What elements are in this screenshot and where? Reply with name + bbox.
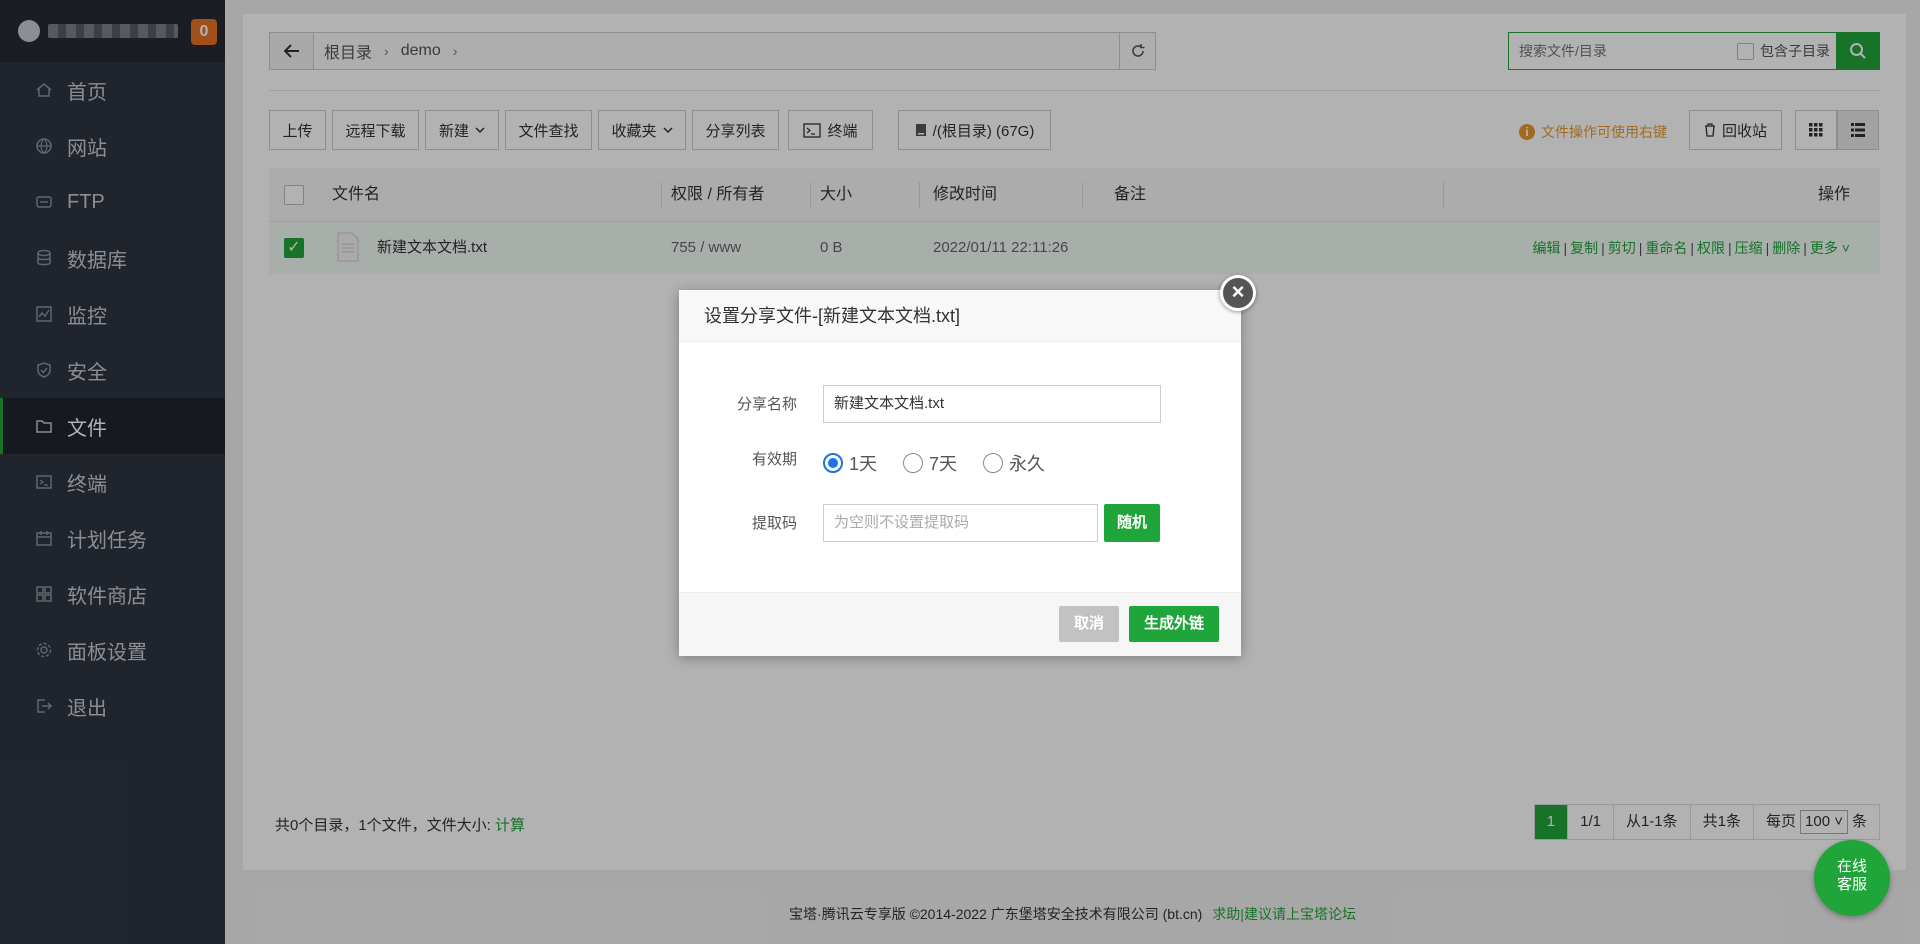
- radio-selected[interactable]: [823, 453, 843, 473]
- close-icon[interactable]: ×: [1220, 275, 1256, 311]
- radio[interactable]: [983, 453, 1003, 473]
- online-support-button[interactable]: 在线 客服: [1814, 840, 1890, 916]
- extract-code-label: 提取码: [751, 515, 797, 532]
- radio[interactable]: [903, 453, 923, 473]
- validity-option-7day[interactable]: 7天: [903, 450, 957, 476]
- dialog-title: 设置分享文件-[新建文本文档.txt]: [679, 290, 1241, 342]
- generate-link-button[interactable]: 生成外链: [1129, 606, 1219, 642]
- share-name-input[interactable]: 新建文本文档.txt: [823, 385, 1161, 423]
- validity-row: 有效期 1天 7天 永久: [679, 440, 1241, 480]
- dialog-footer: 取消 生成外链: [679, 592, 1241, 656]
- extract-code-input[interactable]: 为空则不设置提取码: [823, 504, 1098, 542]
- validity-option-1day[interactable]: 1天: [823, 450, 877, 476]
- cancel-button[interactable]: 取消: [1059, 606, 1119, 642]
- validity-option-label: 永久: [1009, 454, 1045, 474]
- share-file-dialog: 设置分享文件-[新建文本文档.txt] × 分享名称 新建文本文档.txt 有效…: [679, 275, 1256, 656]
- chat-line-1: 在线: [1836, 858, 1867, 875]
- random-code-button[interactable]: 随机: [1104, 504, 1160, 542]
- validity-option-label: 7天: [929, 454, 958, 474]
- extract-code-row: 提取码 为空则不设置提取码 随机: [679, 504, 1241, 544]
- validity-option-forever[interactable]: 永久: [983, 450, 1045, 476]
- validity-option-label: 1天: [849, 454, 878, 474]
- share-name-label: 分享名称: [736, 396, 797, 413]
- validity-label: 有效期: [751, 451, 797, 468]
- chat-line-2: 客服: [1836, 876, 1867, 893]
- share-name-row: 分享名称 新建文本文档.txt: [679, 385, 1241, 425]
